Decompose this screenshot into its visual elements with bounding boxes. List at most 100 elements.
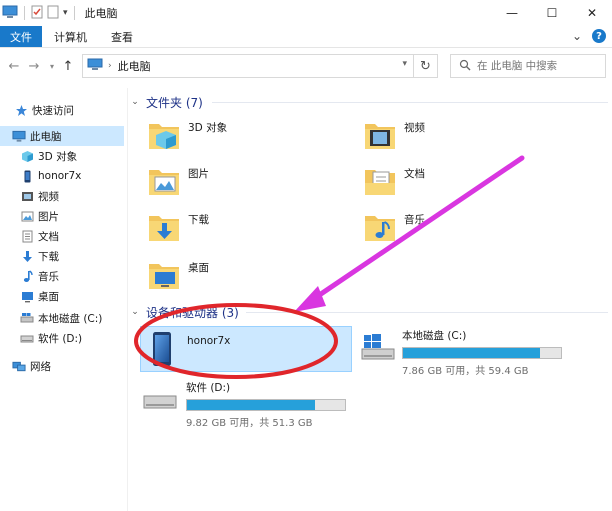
sidebar-item-downloads[interactable]: 下载 — [0, 246, 124, 266]
folder-item-downloads[interactable]: 下载 — [146, 206, 209, 250]
sidebar-item-label: 此电脑 — [30, 130, 62, 143]
sidebar-item-this-pc[interactable]: 此电脑 — [0, 126, 124, 146]
sidebar-item-label: 视频 — [38, 190, 59, 203]
folder-item-pictures[interactable]: 图片 — [146, 160, 209, 204]
drive-icon — [142, 392, 178, 424]
folder-item-music[interactable]: 音乐 — [362, 206, 425, 250]
sidebar-item-label: 快速访问 — [32, 104, 74, 117]
toolbar-separator — [73, 6, 75, 20]
sidebar-item-pictures[interactable]: 图片 — [0, 206, 124, 226]
group-title: 设备和驱动器 (3) — [146, 305, 239, 320]
documents-folder-icon — [362, 163, 398, 202]
sidebar-item-label: 图片 — [38, 210, 59, 223]
expand-ribbon-icon[interactable]: ⌄ — [572, 29, 582, 43]
properties-icon[interactable] — [31, 5, 43, 22]
window-title: 此电脑 — [84, 7, 118, 20]
disk-usage-text: 9.82 GB 可用，共 51.3 GB — [186, 418, 313, 429]
chevron-down-icon: ⌄ — [131, 307, 139, 317]
computer-icon — [2, 5, 18, 22]
device-label: honor7x — [187, 335, 231, 347]
folder-item-3d-objects[interactable]: 3D 对象 — [146, 114, 227, 158]
sidebar-item-label: 文档 — [38, 230, 59, 243]
sidebar-item-label: 下载 — [38, 250, 59, 263]
window-controls: — ☐ ✕ — [492, 0, 612, 26]
ribbon-controls: ⌄ ? — [572, 29, 606, 43]
minimize-button[interactable]: — — [492, 0, 532, 26]
group-divider — [246, 312, 608, 313]
close-button[interactable]: ✕ — [572, 0, 612, 26]
sidebar-item-software-d[interactable]: 软件 (D:) — [0, 328, 124, 348]
sidebar-item-label: 3D 对象 — [38, 150, 78, 163]
up-button[interactable]: ↑ — [58, 56, 78, 76]
group-divider — [212, 102, 608, 103]
address-bar[interactable]: › 此电脑 ▾ — [82, 54, 414, 78]
arrow-left-icon: ← — [8, 58, 20, 74]
pictures-folder-icon — [146, 163, 182, 202]
sidebar-item-3d-objects[interactable]: 3D 对象 — [0, 146, 124, 166]
sidebar-item-music[interactable]: 音乐 — [0, 266, 124, 286]
device-item-software-d[interactable]: 软件 (D:) 9.82 GB 可用，共 51.3 GB — [142, 378, 392, 429]
chevron-down-icon: ⌄ — [131, 97, 139, 107]
navigation-pane: 快速访问 此电脑 3D 对象 honor7x 视频 图片 文档 下载 音乐 桌面… — [0, 88, 128, 511]
disk-usage-bar — [186, 399, 346, 411]
windows-drive-icon — [360, 332, 396, 372]
disk-usage-bar — [402, 347, 562, 359]
folder-item-desktop[interactable]: 桌面 — [146, 254, 209, 298]
customize-toolbar-icon[interactable]: ▾ — [63, 8, 68, 18]
tab-computer[interactable]: 计算机 — [42, 26, 99, 47]
folder-label: 图片 — [188, 167, 209, 180]
document-icon — [20, 229, 34, 243]
maximize-button[interactable]: ☐ — [532, 0, 572, 26]
sidebar-item-videos[interactable]: 视频 — [0, 186, 124, 206]
new-folder-icon[interactable] — [47, 5, 59, 22]
video-folder-icon — [362, 117, 398, 156]
pictures-icon — [20, 209, 34, 223]
folder-label: 视频 — [404, 121, 425, 134]
folder-item-documents[interactable]: 文档 — [362, 160, 425, 204]
disk-usage-text: 7.86 GB 可用，共 59.4 GB — [402, 366, 529, 377]
sidebar-item-local-disk-c[interactable]: 本地磁盘 (C:) — [0, 308, 124, 328]
phone-icon — [20, 169, 34, 183]
device-item-honor7x[interactable]: honor7x — [140, 326, 352, 372]
breadcrumb-separator-icon: › — [108, 61, 112, 71]
toolbar-separator — [24, 6, 25, 20]
tab-view[interactable]: 查看 — [99, 26, 145, 47]
breadcrumb[interactable]: 此电脑 — [118, 58, 151, 74]
network-icon — [12, 359, 26, 373]
computer-icon — [87, 58, 103, 74]
refresh-button[interactable]: ↻ — [414, 54, 438, 78]
search-input[interactable] — [477, 60, 597, 72]
sidebar-item-honor7x[interactable]: honor7x — [0, 166, 124, 186]
search-box[interactable] — [450, 54, 606, 78]
tab-file[interactable]: 文件 — [0, 26, 42, 47]
folder-label: 桌面 — [188, 261, 209, 274]
group-header-devices[interactable]: ⌄ 设备和驱动器 (3) — [130, 302, 239, 322]
sidebar-item-network[interactable]: 网络 — [0, 356, 124, 376]
sidebar-item-quick-access[interactable]: 快速访问 — [0, 100, 124, 120]
downloads-folder-icon — [146, 209, 182, 248]
disk-usage-fill — [403, 348, 541, 358]
drive-icon — [20, 331, 34, 345]
search-icon — [459, 59, 471, 74]
group-header-folders[interactable]: ⌄ 文件夹 (7) — [130, 92, 203, 112]
device-item-local-disk-c[interactable]: 本地磁盘 (C:) 7.86 GB 可用，共 59.4 GB — [358, 326, 608, 377]
sidebar-item-documents[interactable]: 文档 — [0, 226, 124, 246]
forward-button[interactable]: → — [24, 56, 44, 76]
sidebar-item-label: honor7x — [38, 170, 82, 182]
folder-label: 文档 — [404, 167, 425, 180]
desktop-folder-icon — [146, 257, 182, 296]
music-folder-icon — [362, 209, 398, 248]
refresh-icon: ↻ — [420, 58, 431, 74]
sidebar-item-desktop[interactable]: 桌面 — [0, 286, 124, 306]
sidebar-item-label: 桌面 — [38, 290, 59, 303]
disk-usage-fill — [187, 400, 315, 410]
back-button[interactable]: ← — [4, 56, 24, 76]
music-icon — [20, 269, 34, 283]
help-icon[interactable]: ? — [592, 29, 606, 43]
sidebar-item-label: 软件 (D:) — [38, 332, 83, 345]
cube-folder-icon — [146, 117, 182, 156]
folder-label: 3D 对象 — [188, 121, 228, 134]
folder-item-videos[interactable]: 视频 — [362, 114, 425, 158]
address-dropdown-icon[interactable]: ▾ — [402, 59, 407, 69]
star-icon — [14, 103, 28, 117]
